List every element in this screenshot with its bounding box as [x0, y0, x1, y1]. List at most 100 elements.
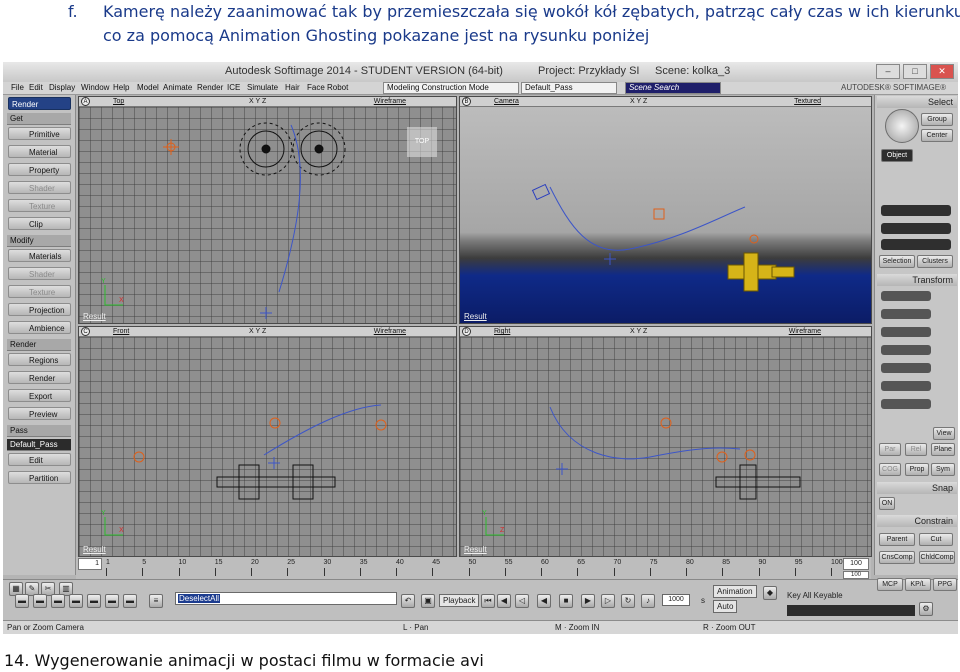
view-select[interactable]: Top: [113, 97, 124, 106]
parent-button[interactable]: Parent: [879, 533, 915, 546]
timeline-end-secondary-field[interactable]: 100: [843, 571, 869, 579]
left-toolbar-item-6[interactable]: Clip: [8, 217, 71, 230]
play-back-icon[interactable]: ◀: [537, 594, 551, 608]
axis-toggle[interactable]: X Y Z: [630, 97, 647, 106]
menu-ice[interactable]: ICE: [227, 83, 240, 92]
transform-slot[interactable]: [881, 363, 931, 373]
menu-hair[interactable]: Hair: [285, 83, 300, 92]
left-toolbar-item-21[interactable]: Partition: [8, 471, 71, 484]
transform-slot[interactable]: [881, 399, 931, 409]
transform-slot[interactable]: [881, 309, 931, 319]
select-arrow-icon[interactable]: [885, 109, 919, 143]
timeline-tool-icon[interactable]: ▬: [105, 594, 119, 608]
left-toolbar-item-14[interactable]: Regions: [8, 353, 71, 366]
scene-search-input[interactable]: Scene Search: [625, 82, 721, 94]
audio-icon[interactable]: ♪: [641, 594, 655, 608]
ppg-button[interactable]: PPG: [933, 578, 957, 591]
playback-icon[interactable]: ▣: [421, 594, 435, 608]
left-toolbar-item-4[interactable]: Shader: [8, 181, 71, 194]
auto-key-button[interactable]: Auto: [713, 600, 738, 613]
left-toolbar-item-3[interactable]: Property: [8, 163, 71, 176]
left-toolbar-item-1[interactable]: Primitive: [8, 127, 71, 140]
par-button[interactable]: Par: [879, 443, 901, 456]
left-toolbar-item-16[interactable]: Export: [8, 389, 71, 402]
select-panel-header[interactable]: Select: [877, 96, 957, 108]
view-select[interactable]: Front: [113, 327, 129, 336]
constrain-panel-header[interactable]: Constrain: [877, 515, 957, 527]
menu-simulate[interactable]: Simulate: [247, 83, 278, 92]
transform-slot[interactable]: [881, 345, 931, 355]
cut-button[interactable]: Cut: [919, 533, 953, 546]
kpl-button[interactable]: KP/L: [905, 578, 931, 591]
timeline-tool-icon[interactable]: ▬: [15, 594, 29, 608]
close-button[interactable]: ✕: [930, 64, 954, 79]
left-toolbar-item-10[interactable]: Texture: [8, 285, 71, 298]
left-toolbar-item-18[interactable]: Pass: [7, 425, 71, 437]
viewport-front[interactable]: YX C Front X Y Z Wireframe Result: [78, 326, 457, 557]
left-toolbar-item-19[interactable]: Default_Pass: [7, 439, 71, 451]
object-filter-button[interactable]: Object: [881, 149, 913, 162]
play-icon[interactable]: ▶: [581, 594, 595, 608]
left-toolbar-item-7[interactable]: Modify: [7, 235, 71, 247]
playback-button[interactable]: Playback: [439, 594, 480, 607]
mcp-button[interactable]: MCP: [877, 578, 903, 591]
key-all-keyable-label[interactable]: Key All Keyable: [787, 591, 843, 600]
viewport-top[interactable]: YX A Top X Y Z Wireframe TOP Result: [78, 96, 457, 324]
menu-animate[interactable]: Animate: [163, 83, 192, 92]
display-mode-select[interactable]: Wireframe: [374, 327, 406, 336]
left-toolbar-item-0[interactable]: Get: [7, 113, 71, 125]
command-line-input[interactable]: DeselectAll: [175, 592, 397, 605]
viewport-camera[interactable]: B Camera X Y Z Textured Result: [459, 96, 872, 324]
snap-panel-header[interactable]: Snap: [877, 482, 957, 494]
left-toolbar-item-11[interactable]: Projection: [8, 303, 71, 316]
display-mode-select[interactable]: Wireframe: [789, 327, 821, 336]
frame-field[interactable]: 1000: [662, 594, 690, 606]
left-toolbar-item-2[interactable]: Material: [8, 145, 71, 158]
minimize-button[interactable]: –: [876, 64, 900, 79]
animation-button[interactable]: Animation: [713, 585, 757, 598]
timeline-tool-icon[interactable]: ▬: [87, 594, 101, 608]
view-select[interactable]: Camera: [494, 97, 519, 106]
menu-render[interactable]: Render: [197, 83, 223, 92]
timeline-end-field[interactable]: 100: [843, 558, 869, 570]
menu-display[interactable]: Display: [49, 83, 75, 92]
prev-frame-icon[interactable]: ◁: [515, 594, 529, 608]
menu-edit[interactable]: Edit: [29, 83, 43, 92]
view-button[interactable]: View: [933, 427, 955, 440]
viewport-letter[interactable]: A: [81, 97, 90, 106]
selection-button[interactable]: Selection: [879, 255, 915, 268]
undo-icon[interactable]: ↶: [401, 594, 415, 608]
cog-button[interactable]: COG: [879, 463, 901, 476]
script-icon[interactable]: ≡: [149, 594, 163, 608]
left-toolbar-item-12[interactable]: Ambience: [8, 321, 71, 334]
axis-toggle[interactable]: X Y Z: [249, 97, 266, 106]
left-toolbar-item-8[interactable]: Materials: [8, 249, 71, 262]
viewport-letter[interactable]: D: [462, 327, 471, 336]
timeline-ruler[interactable]: 1 5 10 15 20 25 30 35 40 45 50 55 60 65 70 75 80 85 90 95 10…: [106, 559, 843, 577]
left-toolbar-item-17[interactable]: Preview: [8, 407, 71, 420]
rel-button[interactable]: Rel: [905, 443, 927, 456]
transform-slot[interactable]: [881, 327, 931, 337]
timeline-tool-icon[interactable]: ▬: [51, 594, 65, 608]
sym-button[interactable]: Sym: [931, 463, 955, 476]
stop-icon[interactable]: ■: [559, 594, 573, 608]
left-toolbar-item-15[interactable]: Render: [8, 371, 71, 384]
cnscomp-button[interactable]: CnsComp: [879, 551, 915, 564]
construction-mode-select[interactable]: Modeling Construction Mode: [383, 82, 519, 94]
display-mode-select[interactable]: Textured: [794, 97, 821, 106]
left-toolbar-item-9[interactable]: Shader: [8, 267, 71, 280]
transform-slot[interactable]: [881, 381, 931, 391]
left-toolbar-item-5[interactable]: Texture: [8, 199, 71, 212]
timeline-tool-icon[interactable]: ▬: [123, 594, 137, 608]
timeline[interactable]: 1 1 5 10 15 20 25 30 35 40 45 50 55 60 65 70 75 80 85 90 95…: [76, 557, 871, 579]
timeline-tool-icon[interactable]: ▬: [69, 594, 83, 608]
next-frame-icon[interactable]: ▷: [601, 594, 615, 608]
axis-toggle[interactable]: X Y Z: [630, 327, 647, 336]
loop-icon[interactable]: ↻: [621, 594, 635, 608]
transform-panel-header[interactable]: Transform: [877, 274, 957, 286]
menu-help[interactable]: Help: [113, 83, 129, 92]
viewport-right[interactable]: YZ D Right X Y Z Wireframe Result: [459, 326, 872, 557]
view-cube-badge[interactable]: TOP: [407, 127, 437, 157]
viewport-letter[interactable]: C: [81, 327, 90, 336]
chldcomp-button[interactable]: ChldComp: [919, 551, 955, 564]
